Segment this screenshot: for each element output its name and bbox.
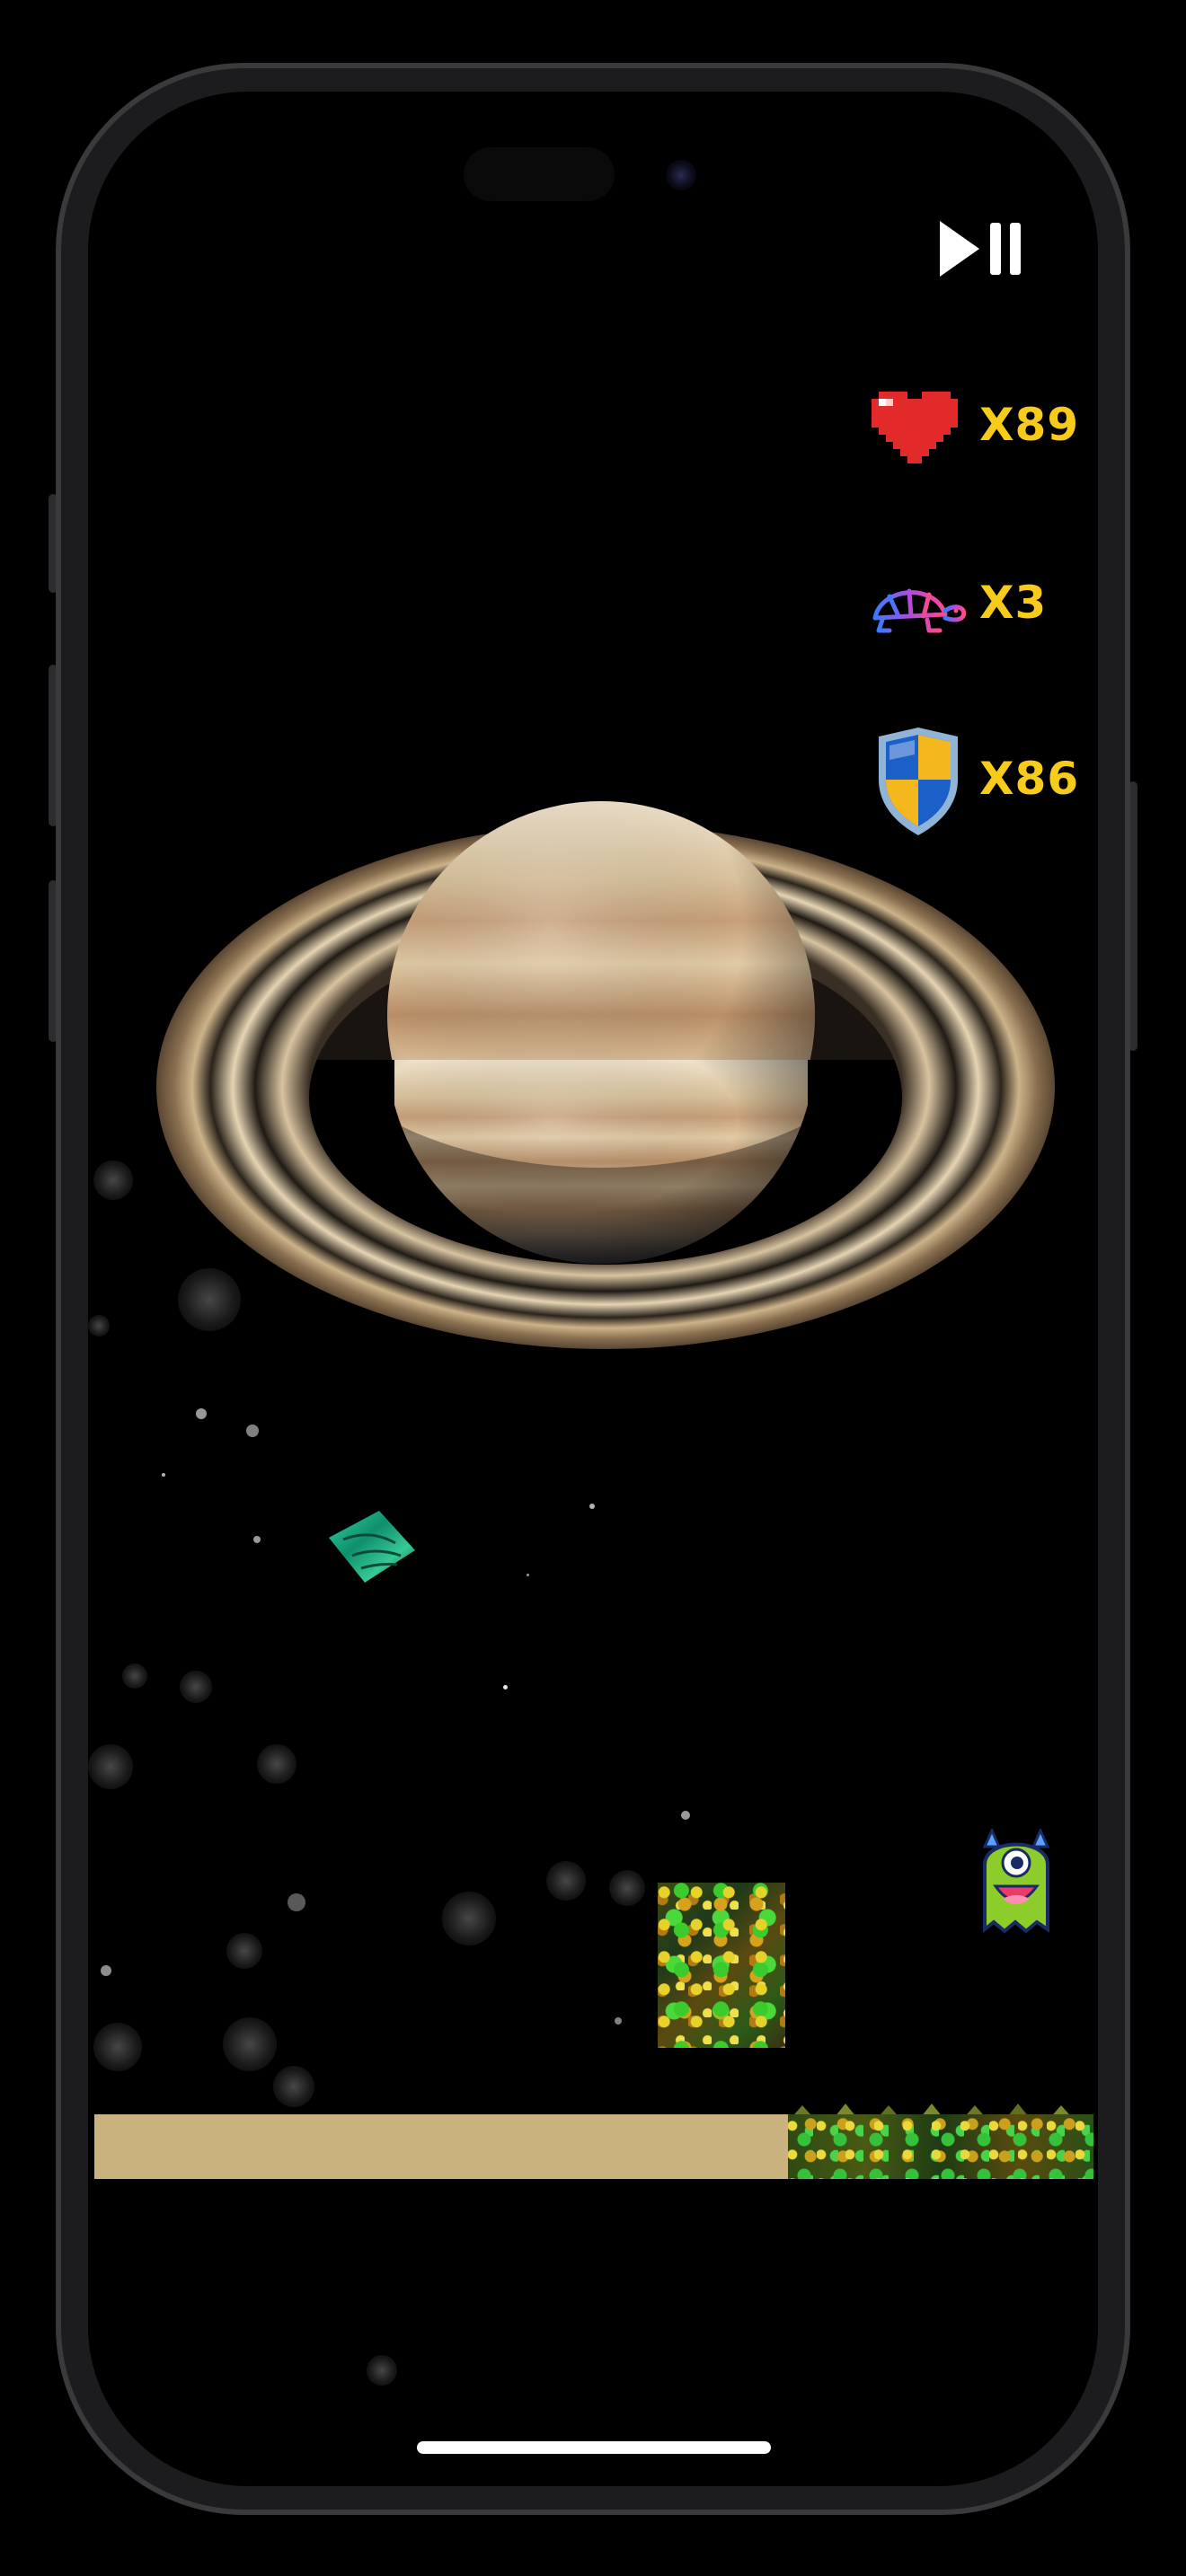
star	[288, 1893, 305, 1911]
star	[101, 1965, 111, 1976]
lives-count: X89	[979, 399, 1080, 451]
space-dust	[122, 1663, 147, 1689]
star	[253, 1536, 261, 1543]
mossy-ground-with-spikes	[788, 2096, 1093, 2179]
mossy-ground	[788, 2114, 1093, 2179]
home-indicator[interactable]	[417, 2441, 771, 2454]
star	[162, 1473, 165, 1477]
lives-stat: X89	[863, 374, 1078, 481]
space-dust	[546, 1861, 586, 1901]
star	[681, 1811, 690, 1820]
dynamic-island	[464, 147, 615, 201]
space-dust	[178, 1268, 241, 1331]
space-dust	[88, 1315, 110, 1337]
front-camera	[666, 160, 696, 190]
space-dust	[180, 1671, 212, 1703]
play-pause-icon[interactable]	[934, 217, 1028, 280]
heart-icon	[872, 392, 958, 463]
star	[527, 1574, 529, 1576]
green-gem[interactable]	[325, 1511, 419, 1586]
star	[503, 1685, 508, 1689]
sand-platform	[94, 2114, 788, 2179]
space-dust	[367, 2355, 397, 2386]
star	[589, 1504, 595, 1509]
turtle-icon	[869, 588, 967, 633]
one-eyed-monster-player[interactable]	[979, 1829, 1053, 1938]
space-dust	[93, 2023, 142, 2071]
space-dust	[442, 1892, 496, 1945]
star	[196, 1408, 207, 1419]
star	[246, 1425, 259, 1437]
game-screen[interactable]: X89 X3 X86	[88, 92, 1098, 2486]
saturn-planet	[156, 801, 1055, 1349]
mossy-block-obstacle	[658, 1883, 785, 2048]
shield-stat: X86	[863, 728, 1078, 835]
slowdown-stat: X3	[863, 551, 1078, 659]
space-dust	[273, 2066, 314, 2107]
shield-icon	[879, 728, 958, 835]
space-dust	[88, 1744, 133, 1789]
space-dust	[609, 1870, 645, 1906]
space-dust	[223, 2017, 277, 2071]
star	[615, 2017, 622, 2025]
space-dust	[93, 1160, 133, 1200]
shield-count: X86	[979, 753, 1080, 805]
space-dust	[257, 1744, 296, 1784]
slowdown-count: X3	[979, 577, 1048, 629]
space-dust	[226, 1933, 262, 1969]
